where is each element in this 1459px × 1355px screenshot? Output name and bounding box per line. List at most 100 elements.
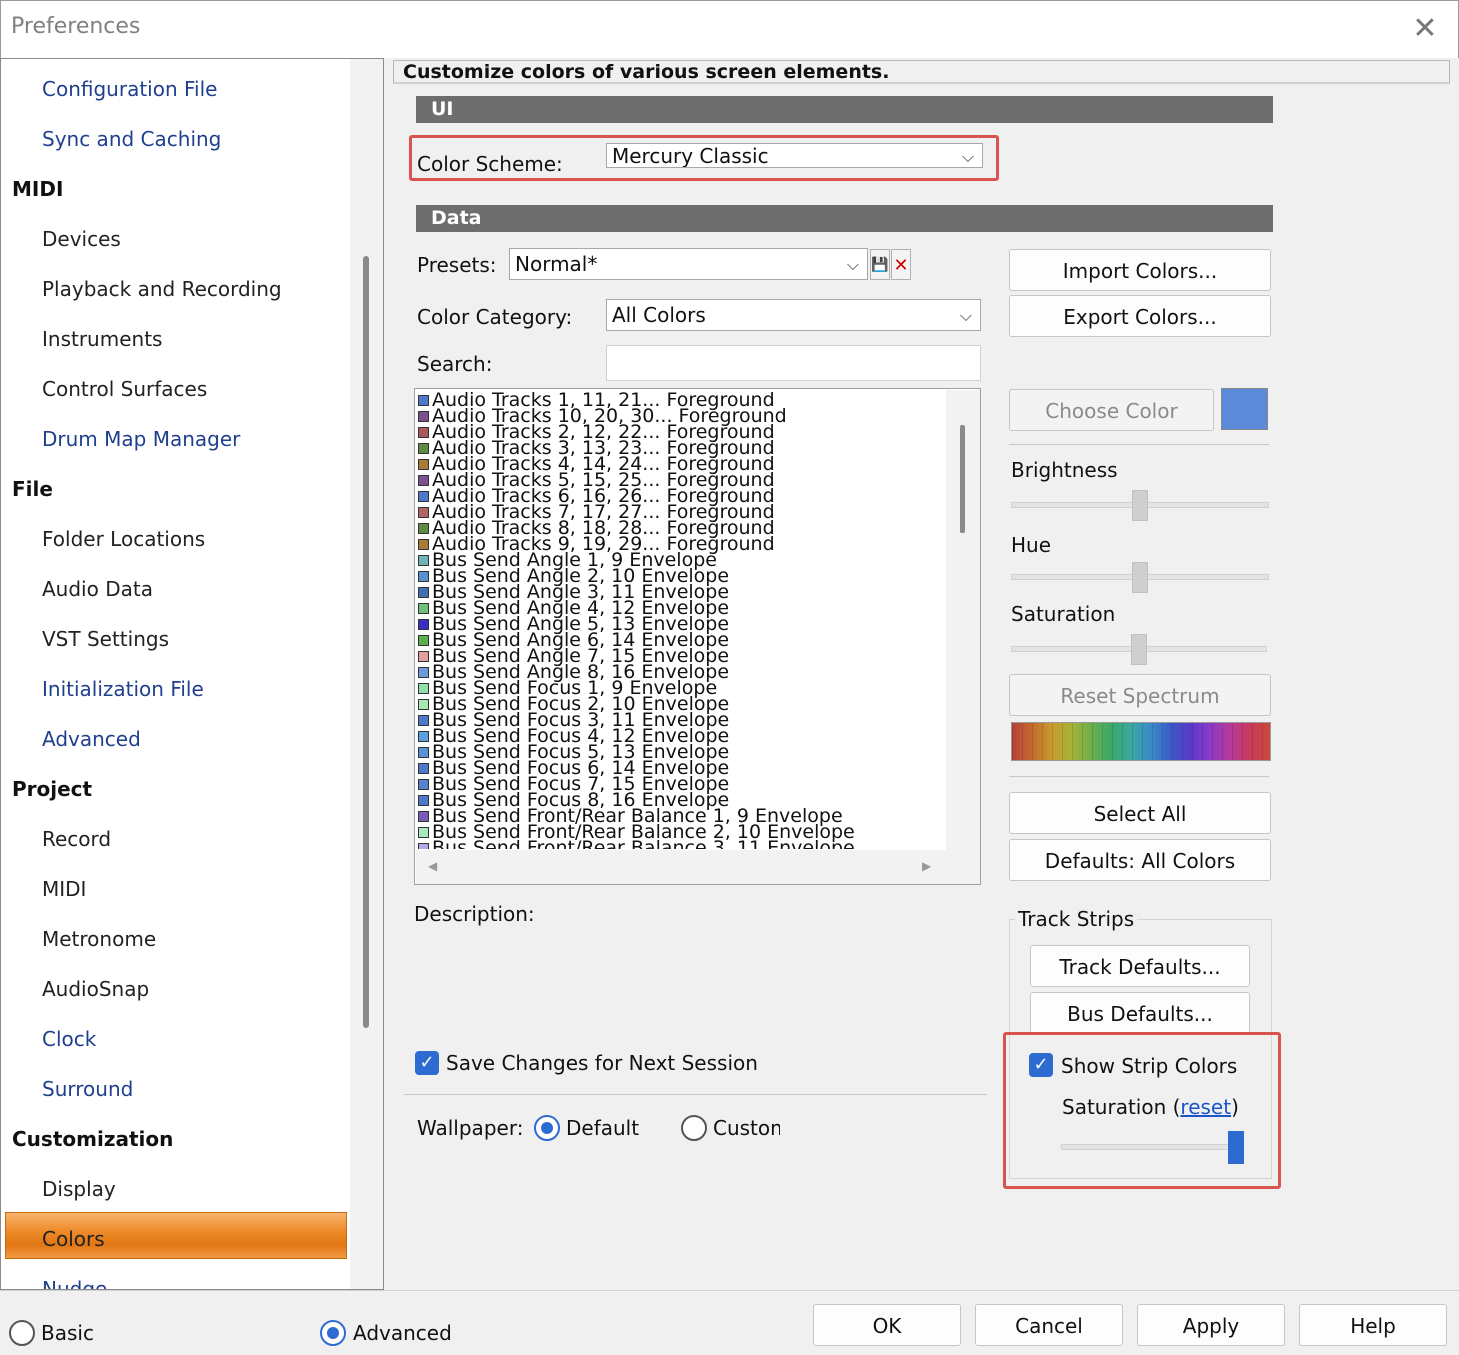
saturation-slider-thumb[interactable]: [1131, 634, 1147, 665]
select-all-button[interactable]: Select All: [1009, 792, 1271, 834]
sidebar-item-configuration-file[interactable]: Configuration File: [42, 77, 217, 101]
chevron-down-icon: ⌵: [959, 306, 972, 325]
color-swatch-icon: [418, 427, 429, 438]
color-swatch-icon: [418, 811, 429, 822]
sidebar-item-advanced[interactable]: Advanced: [42, 727, 141, 751]
color-swatch-icon: [418, 683, 429, 694]
sidebar-item-instruments[interactable]: Instruments: [42, 327, 162, 351]
basic-mode-radio[interactable]: [9, 1320, 35, 1346]
sidebar-item-clock[interactable]: Clock: [42, 1027, 96, 1051]
scroll-right-icon[interactable]: ▶: [922, 859, 931, 873]
color-swatch-icon: [418, 779, 429, 790]
sidebar-scrollbar-thumb[interactable]: [363, 256, 369, 1028]
window-title: Preferences: [11, 14, 141, 39]
cancel-button[interactable]: Cancel: [975, 1304, 1123, 1346]
import-colors-button[interactable]: Import Colors...: [1009, 249, 1271, 291]
sidebar-item-audio-data[interactable]: Audio Data: [42, 577, 153, 601]
color-category-select[interactable]: All Colors ⌵: [606, 299, 981, 331]
close-icon[interactable]: ✕: [1406, 10, 1444, 48]
color-swatch-icon: [418, 571, 429, 582]
basic-mode-label: Basic: [41, 1321, 94, 1345]
save-changes-checkbox[interactable]: ✓: [415, 1051, 439, 1075]
color-swatch-icon: [418, 587, 429, 598]
list-horizontal-scrollbar[interactable]: ◀ ▶: [416, 850, 980, 884]
sidebar-item-nudge[interactable]: Nudge: [42, 1277, 107, 1289]
sidebar-item-control-surfaces[interactable]: Control Surfaces: [42, 377, 207, 401]
color-swatch-icon: [418, 555, 429, 566]
sidebar-item-drum-map-manager[interactable]: Drum Map Manager: [42, 427, 240, 451]
color-swatch-icon: [418, 539, 429, 550]
sidebar-item-colors[interactable]: Colors: [42, 1227, 105, 1251]
title-bar: [0, 0, 1459, 58]
scroll-left-icon[interactable]: ◀: [428, 859, 437, 873]
sidebar-item-sync-and-caching[interactable]: Sync and Caching: [42, 127, 221, 151]
ok-button[interactable]: OK: [813, 1304, 961, 1346]
sidebar-item-folder-locations[interactable]: Folder Locations: [42, 527, 205, 551]
sidebar-item-audiosnap[interactable]: AudioSnap: [42, 977, 149, 1001]
current-color-swatch[interactable]: [1221, 388, 1268, 430]
brightness-slider-thumb[interactable]: [1132, 490, 1148, 521]
help-button[interactable]: Help: [1299, 1304, 1447, 1346]
presets-select[interactable]: Normal* ⌵: [509, 248, 868, 280]
list-item[interactable]: Bus Send Front/Rear Balance 3, 11 Envelo…: [418, 839, 948, 849]
color-swatch-icon: [418, 523, 429, 534]
apply-button[interactable]: Apply: [1137, 1304, 1285, 1346]
bus-defaults-button[interactable]: Bus Defaults...: [1030, 992, 1250, 1034]
sidebar-item-devices[interactable]: Devices: [42, 227, 121, 251]
hue-slider-thumb[interactable]: [1132, 562, 1148, 593]
color-swatch-icon: [418, 459, 429, 470]
choose-color-button[interactable]: Choose Color: [1009, 389, 1214, 431]
sidebar-heading-project[interactable]: Project: [12, 777, 92, 801]
sidebar-tree: Configuration File Sync and Caching MIDI De…: [0, 58, 384, 1290]
color-swatch-icon: [418, 843, 429, 849]
brightness-label: Brightness: [1011, 458, 1118, 482]
color-spectrum[interactable]: [1011, 722, 1271, 761]
color-swatch-icon: [418, 411, 429, 422]
sidebar-item-display[interactable]: Display: [42, 1177, 116, 1201]
track-defaults-button[interactable]: Track Defaults...: [1030, 945, 1250, 987]
export-colors-button[interactable]: Export Colors...: [1009, 295, 1271, 337]
color-swatch-icon: [418, 731, 429, 742]
color-swatch-icon: [418, 827, 429, 838]
save-changes-label: Save Changes for Next Session: [446, 1051, 758, 1075]
wallpaper-default-radio[interactable]: [534, 1115, 560, 1141]
color-swatch-icon: [418, 763, 429, 774]
color-swatch-icon: [418, 651, 429, 662]
delete-preset-icon[interactable]: ✕: [891, 249, 911, 280]
sidebar-item-initialization-file[interactable]: Initialization File: [42, 677, 204, 701]
wallpaper-custom-radio[interactable]: [681, 1115, 707, 1141]
sidebar-item-surround[interactable]: Surround: [42, 1077, 133, 1101]
list-vertical-scrollbar-thumb[interactable]: [960, 425, 965, 533]
color-swatch-icon: [418, 475, 429, 486]
presets-label: Presets:: [417, 253, 497, 277]
color-swatch-icon: [418, 507, 429, 518]
color-list[interactable]: Audio Tracks 1, 11, 21... Foreground Audi…: [414, 388, 981, 885]
advanced-mode-radio[interactable]: [320, 1320, 346, 1346]
color-swatch-icon: [418, 395, 429, 406]
ui-section-bar: UI: [416, 96, 1273, 123]
sidebar-item-playback-and-recording[interactable]: Playback and Recording: [42, 277, 282, 301]
sidebar-heading-midi[interactable]: MIDI: [12, 177, 63, 201]
sidebar-item-vst-settings[interactable]: VST Settings: [42, 627, 169, 651]
divider: [404, 1094, 987, 1095]
wallpaper-custom-label: Custom: [713, 1116, 780, 1140]
color-category-label: Color Category:: [417, 305, 573, 329]
search-label: Search:: [417, 352, 493, 376]
reset-spectrum-button[interactable]: Reset Spectrum: [1009, 674, 1271, 716]
save-preset-icon[interactable]: 💾: [870, 249, 890, 280]
sidebar-item-metronome[interactable]: Metronome: [42, 927, 156, 951]
color-swatch-icon: [418, 619, 429, 630]
color-swatch-icon: [418, 443, 429, 454]
color-swatch-icon: [418, 699, 429, 710]
color-swatch-icon: [418, 635, 429, 646]
color-swatch-icon: [418, 667, 429, 678]
sidebar-heading-customization[interactable]: Customization: [12, 1127, 173, 1151]
page-title: Customize colors of various screen eleme…: [403, 61, 890, 83]
sidebar-heading-file[interactable]: File: [12, 477, 53, 501]
color-swatch-icon: [418, 603, 429, 614]
sidebar-item-midi[interactable]: MIDI: [42, 877, 86, 901]
sidebar-item-record[interactable]: Record: [42, 827, 111, 851]
defaults-all-colors-button[interactable]: Defaults: All Colors: [1009, 839, 1271, 881]
search-input[interactable]: [606, 345, 981, 381]
saturation-label: Saturation: [1011, 602, 1116, 626]
